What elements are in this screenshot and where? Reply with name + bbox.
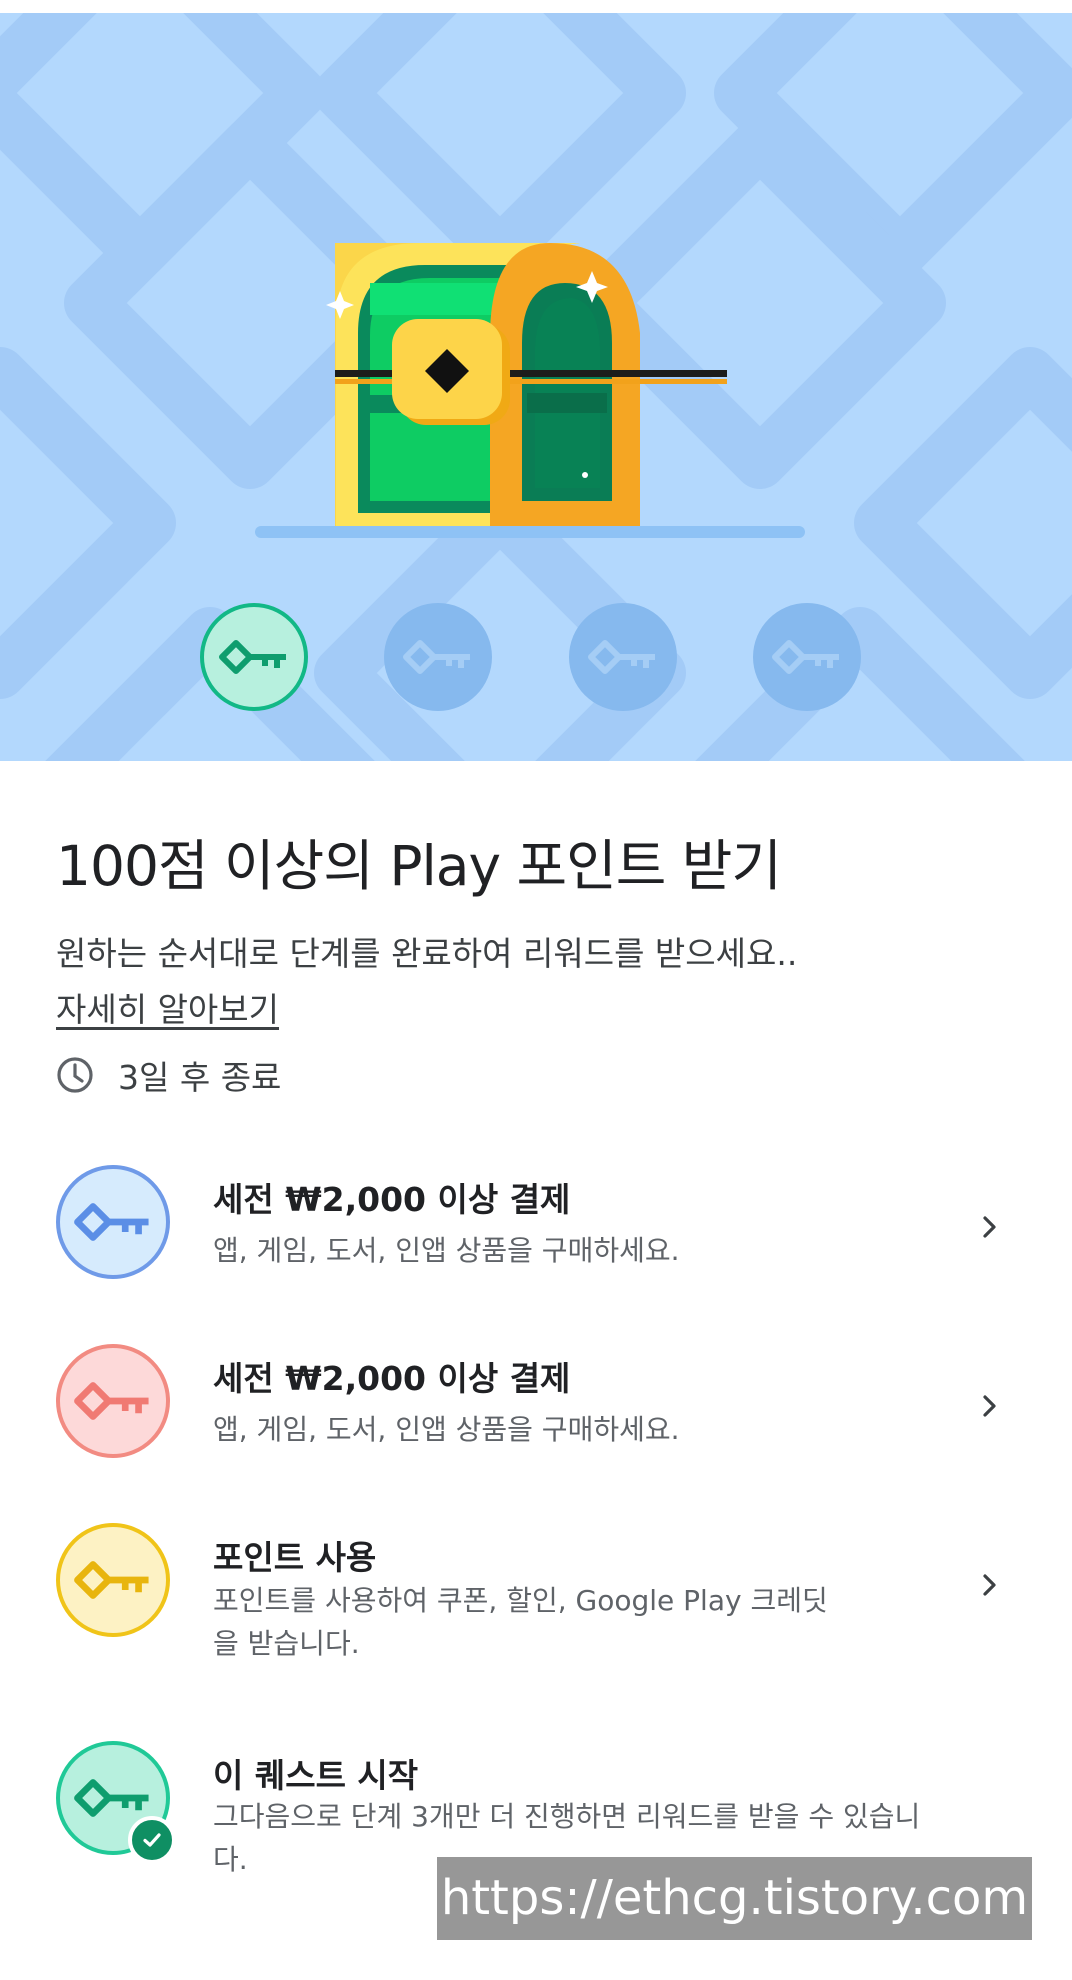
key-icon [403, 640, 470, 674]
task-title: 포인트 사용 [213, 1538, 377, 1577]
deadline-text: 3일 후 종료 [118, 1058, 282, 1097]
chevron-right-icon[interactable] [975, 1571, 1003, 1599]
key-icon [74, 1779, 149, 1817]
treasure-chest-image [255, 243, 805, 538]
key-icon [219, 640, 286, 674]
task-badge [56, 1165, 170, 1279]
status-bar-area [0, 0, 1072, 13]
key-progress-collected [200, 603, 308, 711]
task-description: 앱, 게임, 도서, 인앱 상품을 구매하세요. [213, 1413, 680, 1446]
clock-icon [57, 1057, 93, 1093]
task-description: 포인트를 사용하여 쿠폰, 할인, Google Play 크레딧을 받습니다. [213, 1584, 828, 1660]
key-progress-locked [384, 603, 492, 711]
key-progress-locked [753, 603, 861, 711]
key-icon [74, 1561, 149, 1599]
check-icon [143, 1833, 161, 1847]
chevron-right-icon[interactable] [975, 1392, 1003, 1420]
quest-title: 100점 이상의 Play 포인트 받기 [56, 834, 782, 898]
quest-hero-banner [0, 13, 1072, 761]
task-title: 세전 ₩2,000 이상 결제 [213, 1180, 571, 1219]
watermark-url: https://ethcg.tistory.com [437, 1857, 1032, 1940]
completed-check-badge [128, 1816, 176, 1864]
quest-subtitle: 원하는 순서대로 단계를 완료하여 리워드를 받으세요.. [56, 934, 798, 973]
task-badge [56, 1344, 170, 1458]
key-icon [74, 1382, 149, 1420]
key-icon [74, 1203, 149, 1241]
task-title: 세전 ₩2,000 이상 결제 [213, 1359, 571, 1398]
learn-more-link[interactable]: 자세히 알아보기 [56, 983, 279, 1031]
chevron-right-icon[interactable] [975, 1213, 1003, 1241]
key-icon [772, 640, 839, 674]
task-description: 앱, 게임, 도서, 인앱 상품을 구매하세요. [213, 1234, 680, 1267]
task-title: 이 퀘스트 시작 [213, 1756, 419, 1795]
key-progress [0, 588, 1072, 711]
key-progress-locked [569, 603, 677, 711]
task-badge [56, 1523, 170, 1637]
key-icon [588, 640, 655, 674]
quest-deadline: 3일 후 종료 [56, 1051, 281, 1099]
